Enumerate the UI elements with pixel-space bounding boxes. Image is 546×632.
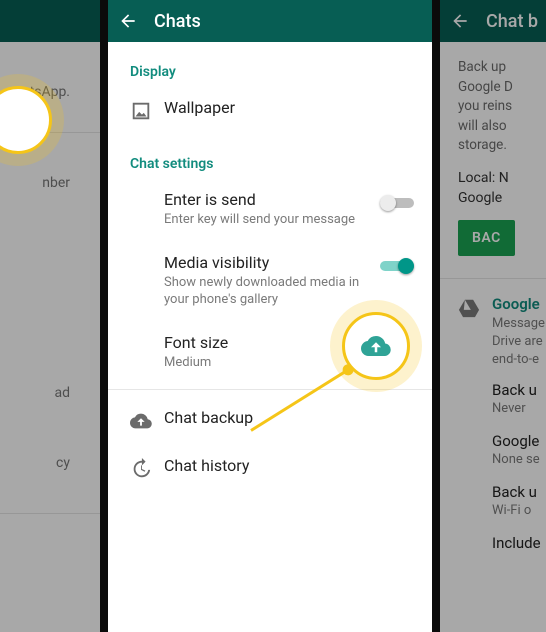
media-visibility-toggle[interactable] [380,257,414,275]
panel-separator [100,0,108,632]
cloud-upload-icon [130,408,164,432]
chat-backup-header: Chat b [440,0,546,42]
include-videos-label: Include [492,534,546,552]
font-size-row[interactable]: Font size Medium [108,321,432,384]
google-drive-icon [458,295,492,370]
media-visibility-title: Media visibility [164,253,380,272]
chat-history-label: Chat history [164,456,414,475]
local-backup-line: Local: N [458,170,546,186]
section-header-display: Display [108,42,432,86]
google-backup-line: Google [458,190,546,206]
backup-button[interactable]: BAC [458,220,515,256]
chats-settings-screen: Chats Display Wallpaper Chat settings En… [108,0,432,632]
chat-history-row[interactable]: Chat history [108,444,432,492]
enter-is-send-toggle[interactable] [380,194,414,212]
chat-backup-label: Chat backup [164,408,414,427]
panel-previous-screen: tsApp. nber ad cy [0,0,100,632]
left-fragment-1: tsApp. [0,72,100,112]
left-fragment-3: ad [0,373,100,413]
google-account-label: Google [492,432,546,450]
google-account-row[interactable]: Google None se [440,420,546,471]
backup-to-value: Never [492,401,546,416]
chats-header-title: Chats [154,11,201,32]
wallpaper-icon [130,98,164,122]
font-size-title: Font size [164,333,414,352]
backup-intro-text: Back up Google D you reins will also sto… [458,58,546,156]
enter-is-send-subtitle: Enter key will send your message [164,211,380,229]
section-header-chat-settings: Chat settings [108,134,432,178]
chat-backup-row[interactable]: Chat backup [108,390,432,444]
wallpaper-row[interactable]: Wallpaper [108,86,432,134]
chat-backup-header-title: Chat b [486,11,538,32]
enter-is-send-title: Enter is send [164,190,380,209]
backup-over-value: Wi-Fi o [492,503,546,518]
history-icon [130,456,164,480]
backup-over-label: Back u [492,483,546,501]
wallpaper-label: Wallpaper [164,98,414,117]
gdrive-settings-sub: Message Drive are end-to-e [492,315,546,370]
backup-to-label: Back u [492,381,546,399]
chats-header: Chats [108,0,432,42]
media-visibility-subtitle: Show newly downloaded media in your phon… [164,274,380,309]
include-videos-row[interactable]: Include [440,522,546,556]
back-icon[interactable] [118,11,138,31]
left-fragment-2: nber [0,163,100,203]
back-icon[interactable] [450,11,470,31]
gdrive-settings-heading: Google [492,295,546,313]
font-size-value: Medium [164,354,414,372]
google-account-value: None se [492,452,546,467]
backup-over-row[interactable]: Back u Wi-Fi o [440,471,546,522]
chat-backup-screen: Chat b Back up Google D you reins will a… [440,0,546,632]
left-fragment-4: cy [0,443,100,483]
backup-to-gdrive-row[interactable]: Back u Never [440,369,546,420]
media-visibility-row[interactable]: Media visibility Show newly downloaded m… [108,241,432,321]
previous-screen-header [0,0,100,42]
enter-is-send-row[interactable]: Enter is send Enter key will send your m… [108,178,432,241]
panel-separator [432,0,440,632]
